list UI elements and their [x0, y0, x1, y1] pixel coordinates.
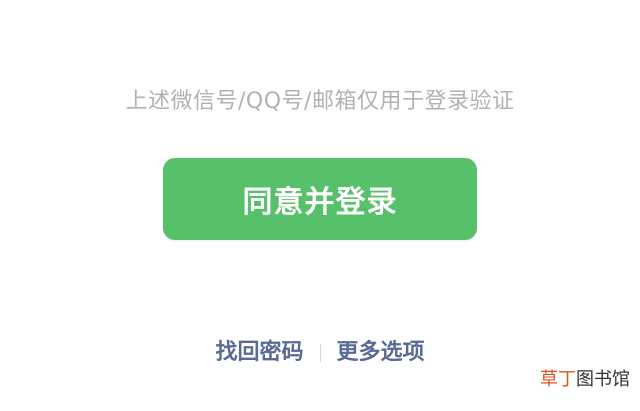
watermark-accent-text: 草丁	[540, 369, 576, 390]
login-confirm-page: 上述微信号/QQ号/邮箱仅用于登录验证 同意并登录 找回密码 更多选项 草丁图书…	[0, 0, 640, 411]
login-notice-text: 上述微信号/QQ号/邮箱仅用于登录验证	[125, 89, 515, 114]
site-watermark: 草丁图书馆	[540, 369, 630, 391]
more-options-link[interactable]: 更多选项	[337, 336, 425, 370]
watermark-rest-text: 图书馆	[576, 369, 630, 390]
recover-password-link[interactable]: 找回密码	[215, 336, 303, 370]
agree-and-login-button[interactable]: 同意并登录	[163, 158, 477, 240]
footer-divider	[319, 344, 321, 362]
footer-links: 找回密码 更多选项	[0, 336, 640, 370]
